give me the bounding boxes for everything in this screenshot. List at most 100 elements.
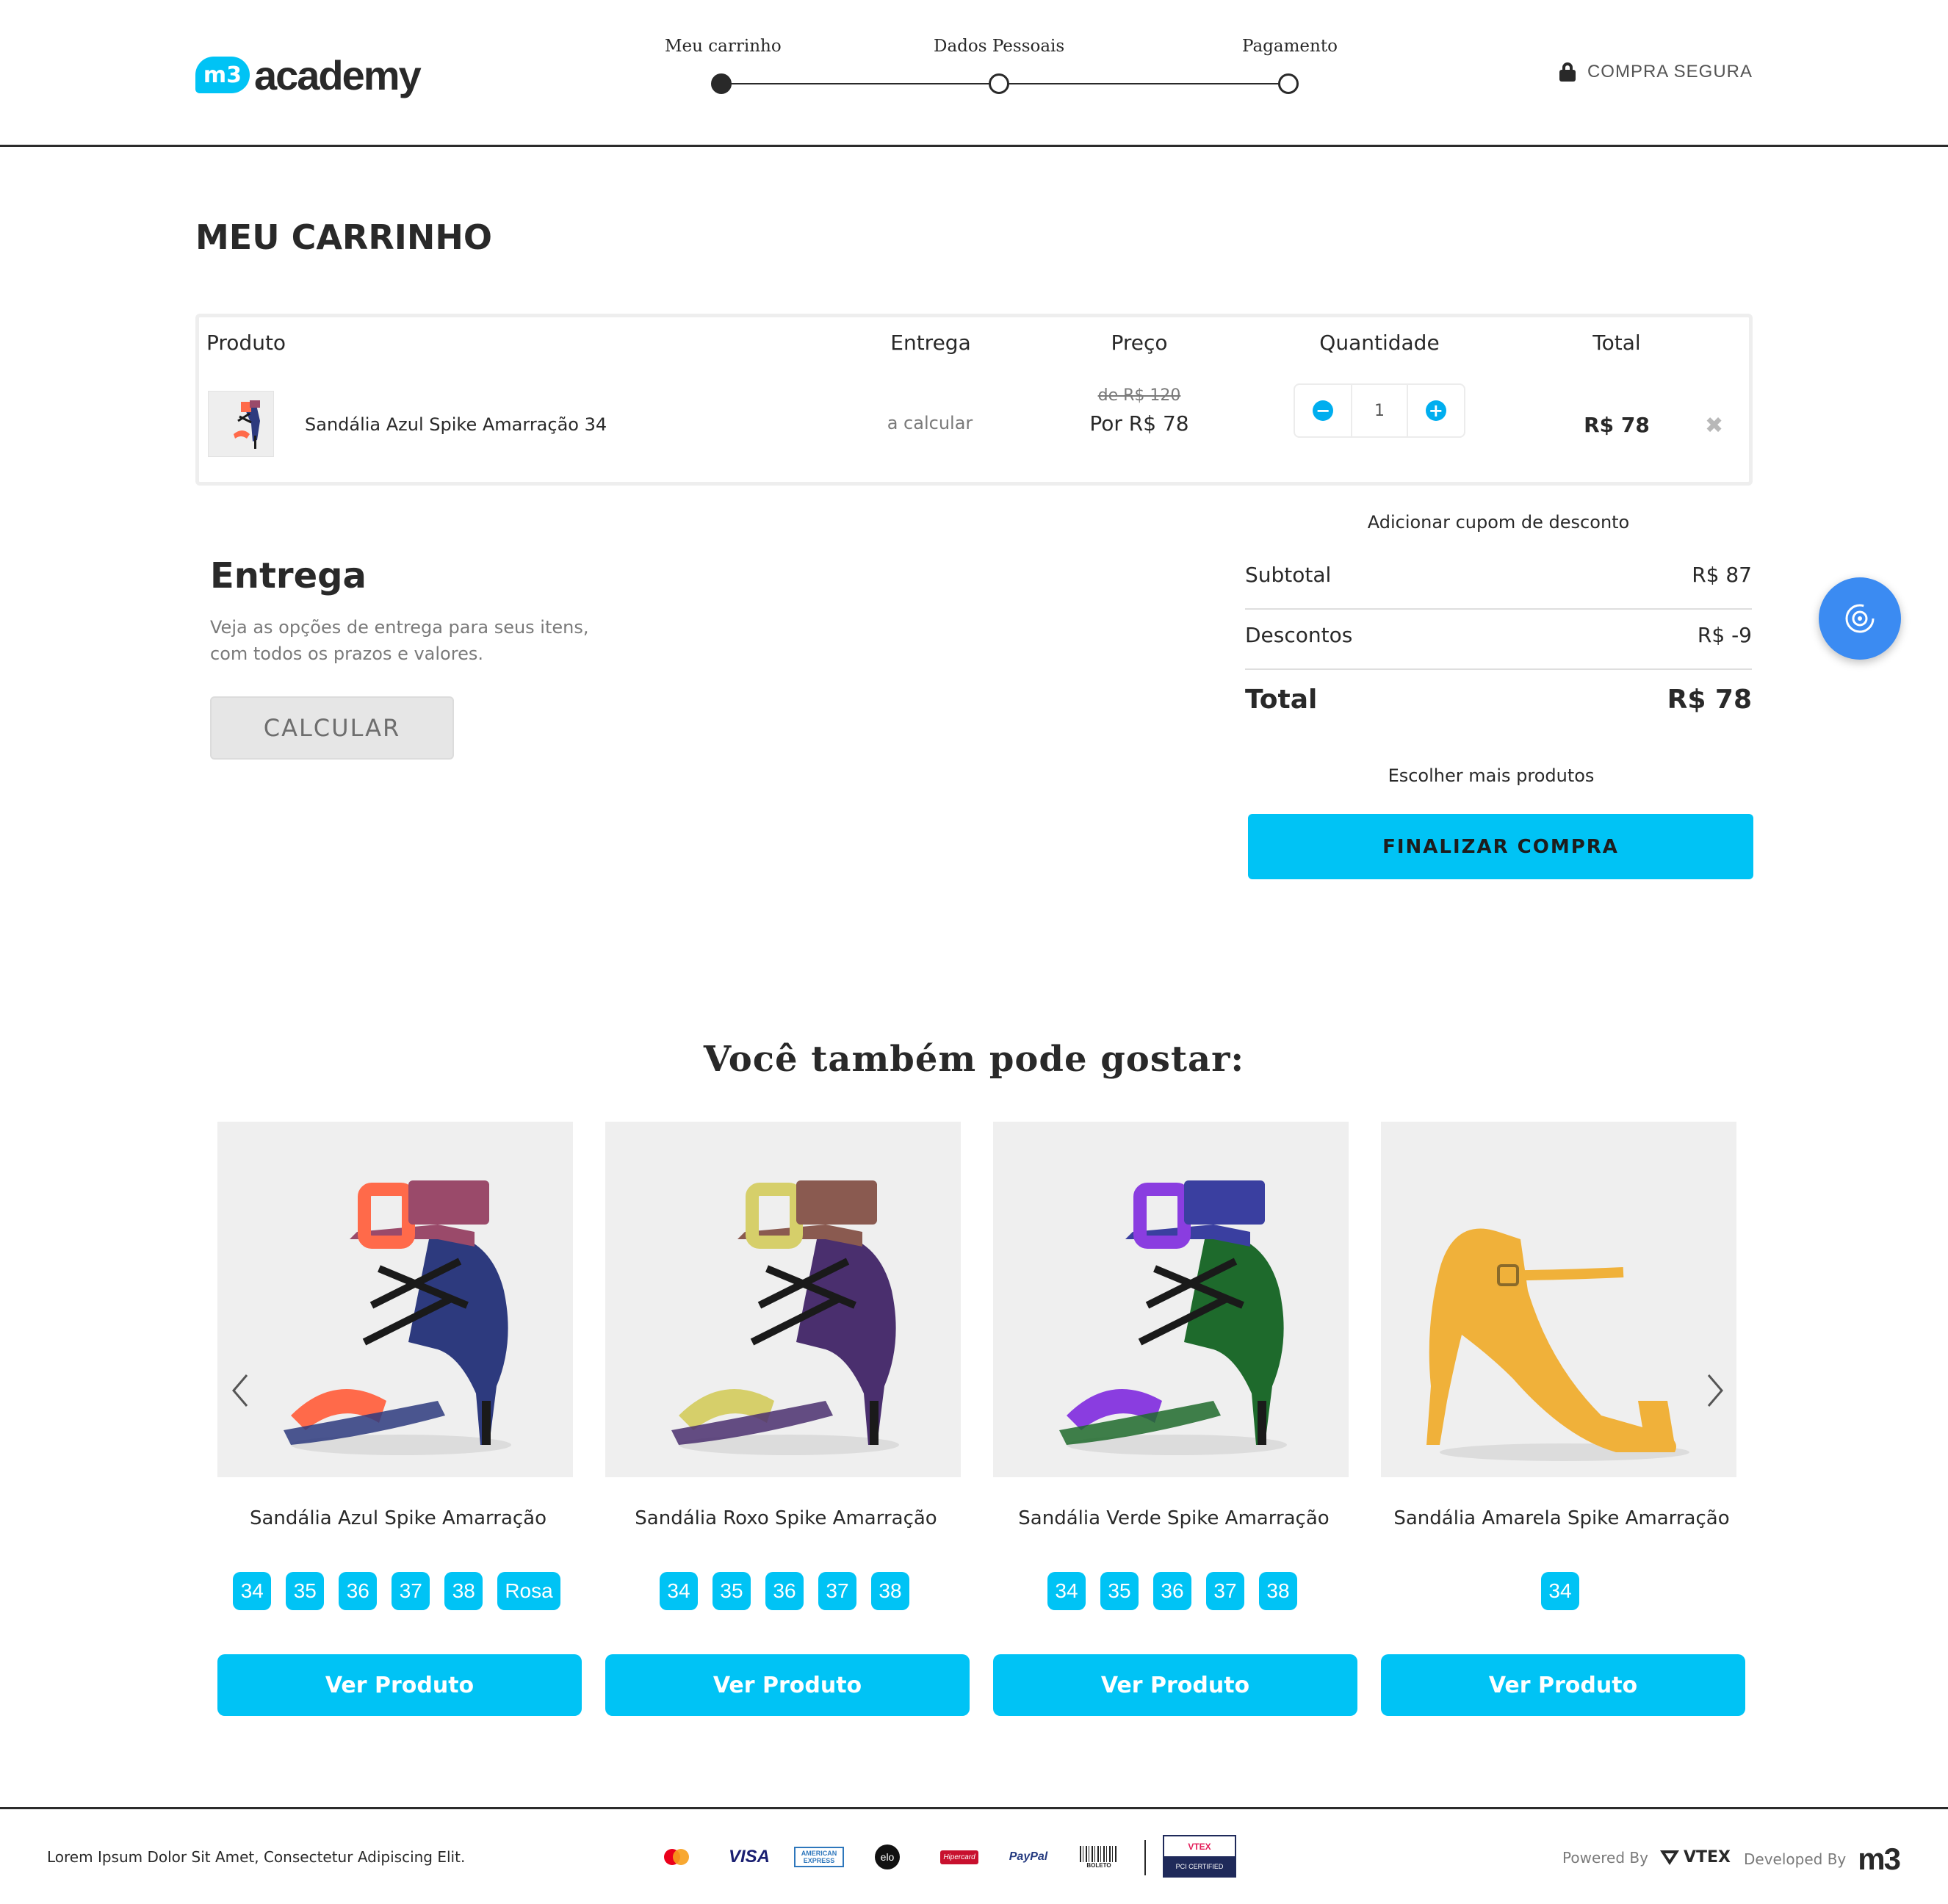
product-image[interactable] [993,1122,1349,1477]
choose-more-products-link[interactable]: Escolher mais produtos [1245,765,1737,786]
minus-icon: − [1313,400,1334,421]
target-icon [1845,604,1875,633]
step-label-cart: Meu carrinho [665,37,782,56]
step-label-personal: Dados Pessoais [934,37,1065,56]
product-name[interactable]: Sandália Verde Spike Amarração [996,1507,1352,1529]
cart-item-price: Por R$ 78 [1089,411,1189,436]
recommendations-title: Você também pode gostar: [703,1039,1245,1080]
cart-item-total: R$ 78 [1584,413,1650,437]
total-value: R$ 78 [1667,685,1752,715]
summary-divider [1245,608,1752,610]
remove-item-icon[interactable]: ✖ [1705,413,1723,439]
plus-icon: + [1425,400,1446,421]
size-option[interactable]: 36 [339,1572,378,1610]
cart-item-price-old: de R$ 120 [1097,386,1181,405]
secure-purchase: COMPRA SEGURA [1559,62,1753,82]
logo-text: academy [254,51,422,98]
size-option[interactable]: 38 [871,1572,909,1610]
delivery-title: Entrega [210,555,367,596]
paypal-icon: PayPal [1009,1850,1048,1863]
carousel-prev-icon[interactable] [229,1372,251,1409]
size-option[interactable]: 37 [392,1572,430,1610]
finalize-purchase-button[interactable]: FINALIZAR COMPRA [1248,814,1753,879]
size-option[interactable]: 35 [713,1572,751,1610]
elo-icon: elo [873,1839,902,1875]
header: m3 academy Meu carrinho Dados Pessoais P… [0,0,1948,147]
checkout-steps: Meu carrinho Dados Pessoais Pagamento [661,37,1374,103]
size-options: 34 35 36 37 38 Rosa [213,1572,580,1610]
size-option[interactable]: 37 [1206,1572,1244,1610]
carousel-next-icon[interactable] [1704,1372,1726,1409]
size-options: 34 35 36 37 38 [989,1572,1356,1610]
product-name[interactable]: Sandália Amarela Spike Amarração [1384,1507,1739,1529]
view-product-button[interactable]: Ver Produto [1381,1654,1745,1716]
size-option[interactable]: 34 [233,1572,272,1610]
product-image[interactable] [1381,1122,1736,1477]
column-header-delivery: Entrega [890,331,971,355]
footer-separator [1144,1840,1146,1875]
step-dot-payment [1278,73,1299,94]
size-options: 34 [1377,1572,1744,1610]
discount-value: R$ -9 [1697,623,1752,647]
column-header-total: Total [1592,331,1641,355]
amex-icon: AMERICAN EXPRESS [790,1839,848,1875]
total-row: Total R$ 78 [1245,685,1752,715]
size-option[interactable]: 35 [286,1572,325,1610]
mastercard-icon [658,1839,695,1875]
cart-item-delivery: a calcular [887,413,973,433]
delivery-description: Veja as opções de entrega para seus iten… [210,617,589,664]
subtotal-label: Subtotal [1245,563,1332,587]
size-option[interactable]: Rosa [497,1572,560,1610]
size-option[interactable]: 34 [1541,1572,1579,1610]
size-options: 34 35 36 37 38 [601,1572,968,1610]
cart-table: Produto Entrega Preço Quantidade Total S… [195,314,1753,486]
product-name[interactable]: Sandália Roxo Spike Amarração [608,1507,964,1529]
size-option[interactable]: 36 [1153,1572,1191,1610]
calculate-shipping-button[interactable]: CALCULAR [210,696,454,760]
secure-label: COMPRA SEGURA [1587,62,1753,82]
subtotal-value: R$ 87 [1692,563,1752,587]
product-image[interactable] [605,1122,961,1477]
quantity-stepper: − 1 + [1294,383,1465,438]
size-option[interactable]: 38 [444,1572,483,1610]
view-product-button[interactable]: Ver Produto [993,1654,1357,1716]
product-image[interactable] [217,1122,573,1477]
decrease-quantity-button[interactable]: − [1295,385,1351,436]
logo-badge: m3 [195,57,250,93]
total-label: Total [1245,685,1318,715]
size-option[interactable]: 36 [765,1572,804,1610]
page-title: MEU CARRINHO [195,217,492,257]
size-option[interactable]: 37 [818,1572,856,1610]
add-coupon-link[interactable]: Adicionar cupom de desconto [1245,512,1752,533]
vtex-pci-badge: VTEX PCI CERTIFIED [1162,1834,1237,1878]
developed-by-label: Developed By [1744,1850,1847,1868]
visa-icon: VISA [728,1847,770,1867]
floating-action-button[interactable] [1819,577,1901,660]
powered-by-label: Powered By [1562,1848,1648,1867]
size-option[interactable]: 35 [1100,1572,1139,1610]
size-option[interactable]: 38 [1259,1572,1297,1610]
view-product-button[interactable]: Ver Produto [605,1654,970,1716]
subtotal-row: Subtotal R$ 87 [1245,563,1752,587]
summary-divider [1245,668,1752,670]
discount-label: Descontos [1245,623,1353,647]
size-option[interactable]: 34 [660,1572,698,1610]
step-label-payment: Pagamento [1242,37,1338,56]
m3-academy-logo[interactable]: m3 academy [195,51,422,98]
lock-icon [1559,62,1576,82]
quantity-value[interactable]: 1 [1351,385,1408,436]
size-option[interactable]: 34 [1047,1572,1086,1610]
product-name[interactable]: Sandália Azul Spike Amarração [220,1507,576,1529]
increase-quantity-button[interactable]: + [1408,385,1464,436]
column-header-price: Preço [1111,331,1168,355]
developed-by-m3: Developed By m3 [1744,1842,1901,1876]
boleto-icon: BOLETO [1077,1839,1121,1875]
view-product-button[interactable]: Ver Produto [217,1654,582,1716]
cart-item-name[interactable]: Sandália Azul Spike Amarração 34 [305,414,607,435]
m3-logo: m3 [1858,1842,1901,1876]
vtex-logo: VTEX [1659,1848,1731,1867]
step-dot-personal [989,73,1009,94]
product-thumbnail[interactable] [208,391,274,457]
column-header-quantity: Quantidade [1319,331,1440,355]
footer: Lorem Ipsum Dolor Sit Amet, Consectetur … [0,1807,1948,1904]
